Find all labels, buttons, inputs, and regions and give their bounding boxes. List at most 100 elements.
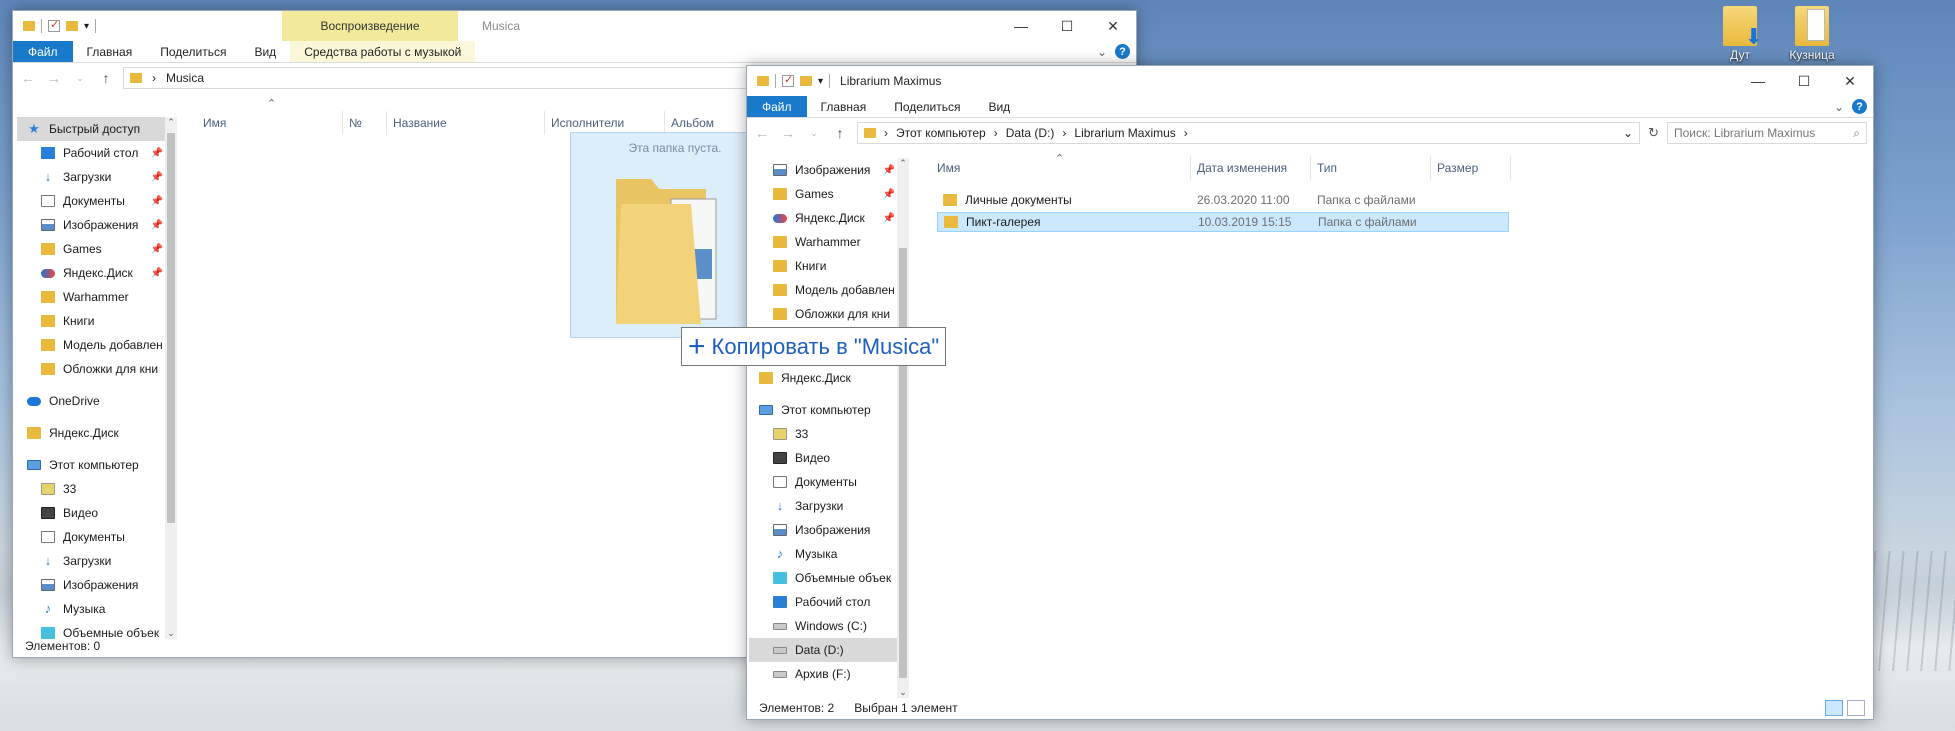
tab-home[interactable]: Главная xyxy=(73,41,147,62)
column-name[interactable]: Имя xyxy=(931,156,1191,180)
librarium-nav-scrollbar[interactable]: ⌃ ⌄ xyxy=(897,158,909,698)
sidebar-item[interactable]: Изображения xyxy=(749,518,897,542)
sidebar-item[interactable]: Архив (F:) xyxy=(749,662,897,686)
recent-locations-icon[interactable]: ⌄ xyxy=(71,73,89,84)
forward-icon[interactable]: → xyxy=(45,70,63,86)
tab-home[interactable]: Главная xyxy=(807,96,881,117)
refresh-icon[interactable]: ↻ xyxy=(1648,125,1659,141)
scrollbar-thumb[interactable] xyxy=(167,133,175,523)
maximize-icon[interactable]: ☐ xyxy=(1044,11,1090,41)
pin-icon[interactable]: 📌 xyxy=(151,244,163,255)
forward-icon[interactable]: → xyxy=(779,125,797,141)
sidebar-item[interactable]: Документы xyxy=(17,525,165,549)
details-view-icon[interactable] xyxy=(1825,700,1843,716)
sidebar-item[interactable]: Модель добавлен xyxy=(749,278,897,302)
folder-icon[interactable] xyxy=(23,21,35,31)
sidebar-item[interactable]: Windows (C:) xyxy=(749,614,897,638)
address-dropdown-icon[interactable]: ⌄ xyxy=(1623,126,1633,140)
sidebar-item[interactable]: 33 xyxy=(749,422,897,446)
customize-toolbar-icon[interactable]: ▾ xyxy=(818,76,823,87)
sidebar-item[interactable]: Документы 📌 xyxy=(17,189,165,213)
sidebar-item[interactable]: Изображения xyxy=(17,573,165,597)
sidebar-item[interactable]: Этот компьютер xyxy=(749,398,897,422)
sidebar-item[interactable]: Обложки для кни xyxy=(17,357,165,381)
sidebar-item[interactable]: Яндекс.Диск 📌 xyxy=(17,261,165,285)
sidebar-item[interactable]: Объемные объек xyxy=(749,566,897,590)
musica-titlebar[interactable]: ▾ Воспроизведение Musica — ☐ ✕ xyxy=(13,11,1136,41)
column-size[interactable]: Размер xyxy=(1431,156,1511,180)
sidebar-item[interactable]: Книги xyxy=(749,254,897,278)
sidebar-item[interactable]: Games 📌 xyxy=(749,182,897,206)
pin-icon[interactable]: 📌 xyxy=(151,172,163,183)
pin-icon[interactable]: 📌 xyxy=(883,213,895,224)
sidebar-item[interactable]: Data (D:) xyxy=(749,638,897,662)
file-row[interactable]: Пикт-галерея 10.03.2019 15:15 Папка с файл… xyxy=(937,212,1509,232)
pin-icon[interactable]: 📌 xyxy=(883,189,895,200)
pin-icon[interactable]: 📌 xyxy=(151,220,163,231)
sidebar-item[interactable]: Рабочий стол xyxy=(749,590,897,614)
sidebar-item[interactable]: Книги xyxy=(17,309,165,333)
sidebar-item[interactable]: ↓ Загрузки xyxy=(17,549,165,573)
address-bar[interactable]: › Этот компьютер › Data (D:) › Librarium… xyxy=(857,122,1641,144)
help-icon[interactable]: ? xyxy=(1852,99,1867,114)
sidebar-item[interactable]: Рабочий стол 📌 xyxy=(17,141,165,165)
maximize-icon[interactable]: ☐ xyxy=(1781,66,1827,96)
sidebar-item[interactable]: ↓ Загрузки xyxy=(749,494,897,518)
breadcrumb-librarium[interactable]: Librarium Maximus xyxy=(1074,126,1175,140)
sidebar-item[interactable]: ♪ Музыка xyxy=(17,597,165,621)
sidebar-item[interactable]: Видео xyxy=(749,446,897,470)
scrollbar-thumb[interactable] xyxy=(899,248,907,678)
sidebar-item[interactable]: Яндекс.Диск xyxy=(749,366,897,390)
tab-file[interactable]: Файл xyxy=(747,96,807,117)
pin-icon[interactable]: 📌 xyxy=(883,165,895,176)
sidebar-item[interactable]: Обложки для кни xyxy=(749,302,897,326)
folder-icon[interactable] xyxy=(757,76,769,86)
sidebar-item[interactable]: ↓ Загрузки 📌 xyxy=(17,165,165,189)
ribbon-expand-icon[interactable]: ⌄ xyxy=(1834,100,1844,114)
sidebar-item[interactable]: Изображения 📌 xyxy=(749,158,897,182)
sidebar-item[interactable]: ♪ Музыка xyxy=(749,542,897,566)
close-icon[interactable]: ✕ xyxy=(1090,11,1136,41)
minimize-icon[interactable]: — xyxy=(1735,66,1781,96)
desktop-icon-kuznitsa[interactable]: Кузница xyxy=(1782,6,1842,62)
close-icon[interactable]: ✕ xyxy=(1827,66,1873,96)
column-name[interactable]: Имя xyxy=(197,111,343,135)
help-icon[interactable]: ? xyxy=(1115,44,1130,59)
tab-share[interactable]: Поделиться xyxy=(880,96,974,117)
sidebar-item[interactable]: OneDrive xyxy=(17,389,165,413)
sidebar-item[interactable]: Яндекс.Диск xyxy=(17,421,165,445)
large-icons-view-icon[interactable] xyxy=(1847,700,1865,716)
properties-icon[interactable] xyxy=(782,73,794,87)
sidebar-item[interactable]: Этот компьютер xyxy=(17,453,165,477)
sidebar-item[interactable]: Warhammer xyxy=(17,285,165,309)
back-icon[interactable]: ← xyxy=(19,70,37,86)
musica-nav-scrollbar[interactable]: ⌃ ⌄ xyxy=(165,117,177,639)
scroll-up-icon[interactable]: ⌃ xyxy=(165,117,177,128)
tab-music-tools[interactable]: Средства работы с музыкой xyxy=(290,41,476,62)
back-icon[interactable]: ← xyxy=(753,125,771,141)
sidebar-item[interactable]: Games 📌 xyxy=(17,237,165,261)
sidebar-item[interactable]: Видео xyxy=(17,501,165,525)
pin-icon[interactable]: 📌 xyxy=(151,148,163,159)
pin-icon[interactable]: 📌 xyxy=(151,268,163,279)
recent-locations-icon[interactable]: ⌄ xyxy=(805,128,823,139)
column-type[interactable]: Тип xyxy=(1311,156,1431,180)
desktop-icon-dut[interactable]: Дут xyxy=(1710,6,1770,62)
sidebar-item[interactable]: Warhammer xyxy=(749,230,897,254)
sidebar-item[interactable]: 33 xyxy=(17,477,165,501)
customize-toolbar-icon[interactable]: ▾ xyxy=(84,21,89,32)
ribbon-expand-icon[interactable]: ⌄ xyxy=(1097,45,1107,59)
tab-view[interactable]: Вид xyxy=(974,96,1024,117)
minimize-icon[interactable]: — xyxy=(998,11,1044,41)
sidebar-item[interactable]: Яндекс.Диск 📌 xyxy=(749,206,897,230)
scroll-up-icon[interactable]: ⌃ xyxy=(897,158,909,169)
sidebar-item[interactable]: ★ Быстрый доступ xyxy=(17,117,165,141)
up-icon[interactable]: ↑ xyxy=(831,125,849,141)
librarium-titlebar[interactable]: ▾ Librarium Maximus — ☐ ✕ xyxy=(747,66,1873,96)
tab-share[interactable]: Поделиться xyxy=(146,41,240,62)
sidebar-item[interactable]: Модель добавлен xyxy=(17,333,165,357)
breadcrumb-this-pc[interactable]: Этот компьютер xyxy=(896,126,986,140)
sidebar-item[interactable]: Изображения 📌 xyxy=(17,213,165,237)
properties-icon[interactable] xyxy=(48,18,60,32)
tab-view[interactable]: Вид xyxy=(240,41,290,62)
